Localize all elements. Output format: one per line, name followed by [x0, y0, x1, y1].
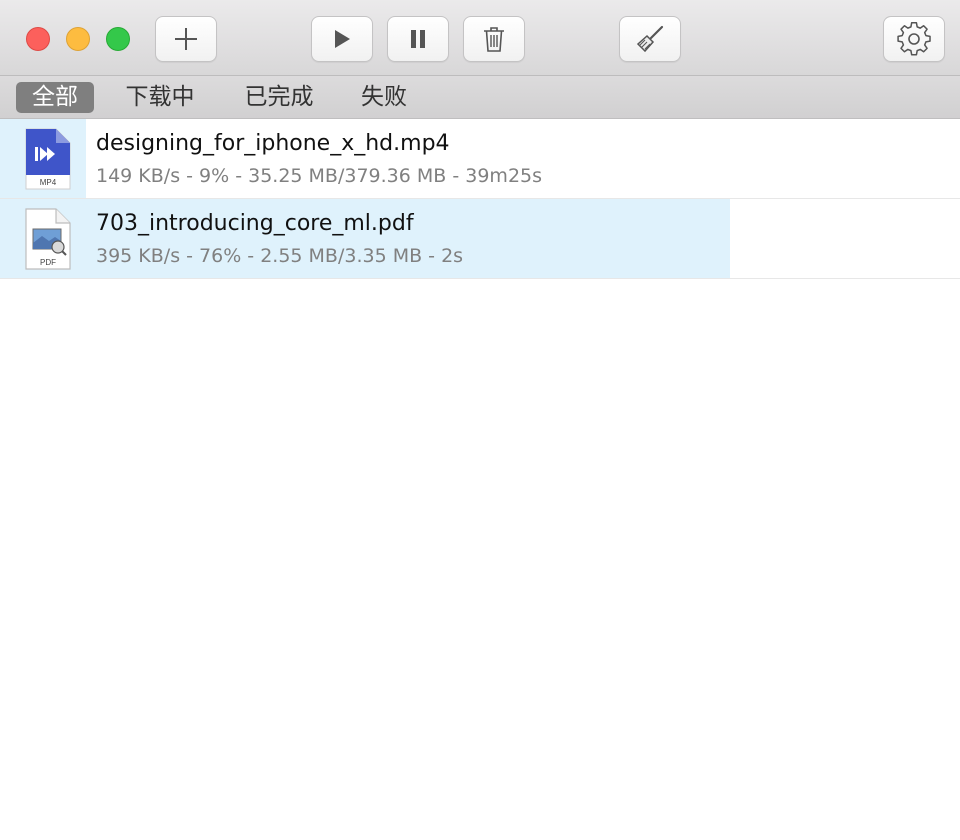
zoom-window-button[interactable]: [106, 27, 130, 51]
pdf-file-icon: PDF: [25, 208, 71, 270]
minimize-window-button[interactable]: [66, 27, 90, 51]
filter-bar: 全部 下载中 已完成 失败: [0, 76, 960, 119]
start-button[interactable]: [311, 16, 373, 62]
file-name: designing_for_iphone_x_hd.mp4: [96, 131, 450, 156]
broom-icon: [636, 25, 664, 53]
trash-icon: [484, 27, 504, 52]
tab-completed[interactable]: 已完成: [236, 82, 322, 113]
clean-up-button[interactable]: [619, 16, 681, 62]
play-icon: [335, 30, 350, 48]
mp4-icon-label: MP4: [40, 178, 57, 187]
pdf-icon-label: PDF: [40, 258, 56, 267]
file-name: 703_introducing_core_ml.pdf: [96, 211, 414, 236]
mp4-file-icon: MP4: [25, 128, 71, 190]
download-stats: 395 KB/s - 76% - 2.55 MB/3.35 MB - 2s: [96, 245, 464, 267]
gear-icon: [897, 22, 931, 56]
download-list: MP4 designing_for_iphone_x_hd.mp4 149 KB…: [0, 119, 960, 279]
pause-icon: [411, 30, 425, 48]
add-download-button[interactable]: [155, 16, 217, 62]
download-row[interactable]: PDF 703_introducing_core_ml.pdf 395 KB/s…: [0, 199, 960, 279]
pause-button[interactable]: [387, 16, 449, 62]
settings-button[interactable]: [883, 16, 945, 62]
tab-failed[interactable]: 失败: [352, 82, 416, 113]
title-bar: [0, 0, 960, 76]
plus-icon: [175, 28, 197, 50]
close-window-button[interactable]: [26, 27, 50, 51]
download-stats: 149 KB/s - 9% - 35.25 MB/379.36 MB - 39m…: [96, 165, 543, 187]
delete-button[interactable]: [463, 16, 525, 62]
tab-all[interactable]: 全部: [16, 82, 94, 113]
tab-downloading[interactable]: 下载中: [116, 82, 204, 113]
download-row[interactable]: MP4 designing_for_iphone_x_hd.mp4 149 KB…: [0, 119, 960, 199]
